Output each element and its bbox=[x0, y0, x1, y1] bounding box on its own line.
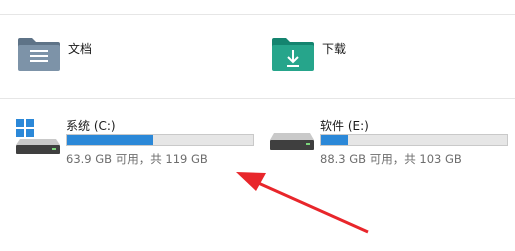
annotation-arrow bbox=[236, 172, 369, 234]
